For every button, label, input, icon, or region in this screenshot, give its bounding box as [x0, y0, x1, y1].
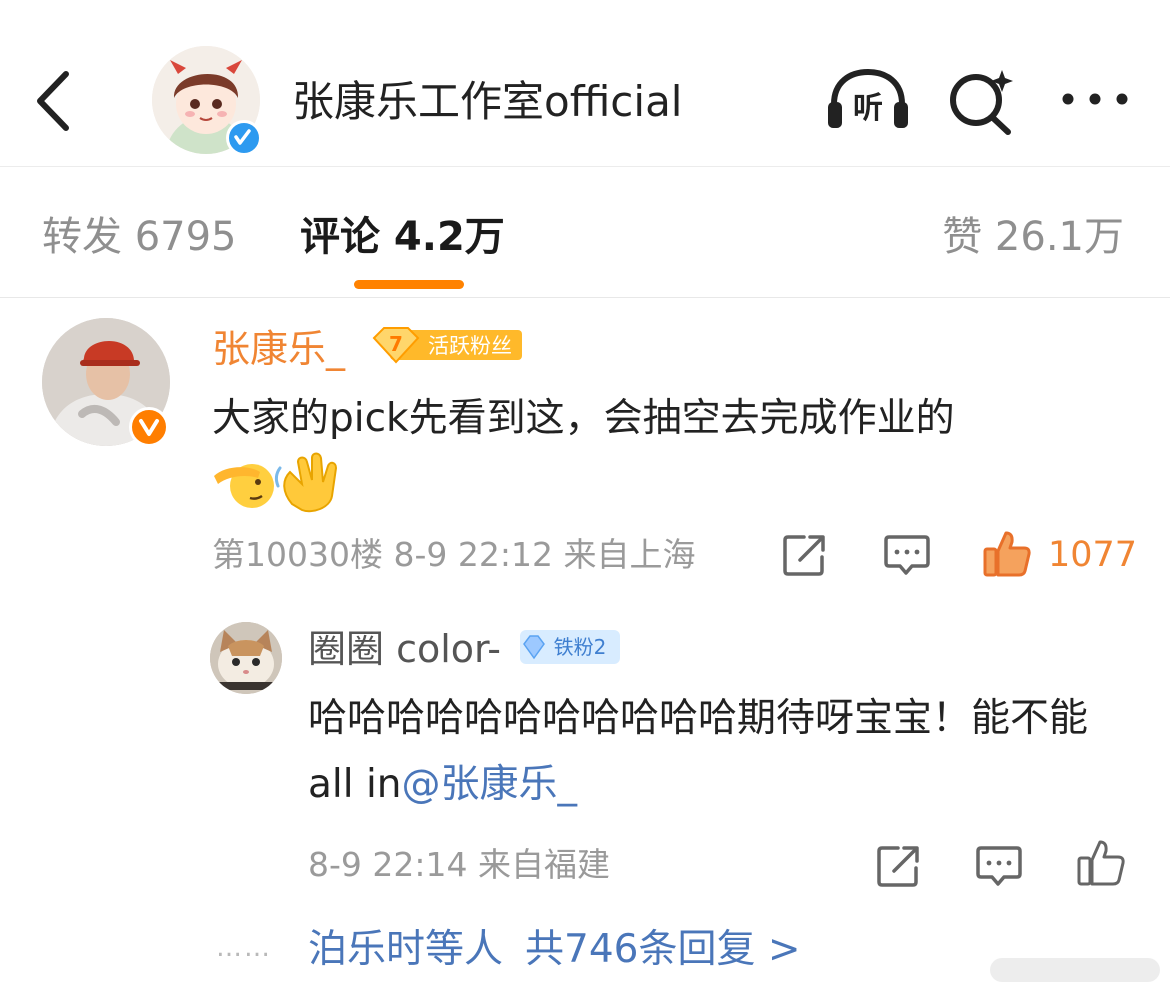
comment-share-button[interactable] [782, 533, 828, 577]
reply-meta: 8-9 22:14 来自福建 [308, 845, 610, 884]
comment-bubble-icon [884, 535, 930, 575]
thumbs-up-filled-icon [983, 531, 1031, 577]
tab-bar: 转发 6795 评论 4.2万 赞 26.1万 [0, 167, 1170, 298]
svg-text:活跃粉丝: 活跃粉丝 [428, 334, 512, 358]
tab-reposts[interactable]: 转发 6795 [42, 211, 237, 263]
verified-badge [226, 120, 262, 156]
account-name: 张康乐工作室official [292, 77, 683, 126]
svg-text:7: 7 [389, 332, 403, 356]
svg-text:听: 听 [853, 91, 883, 126]
replier-avatar[interactable] [210, 622, 282, 694]
commenter-username[interactable]: 张康乐_ [212, 324, 345, 374]
comment-bubble-icon [976, 846, 1022, 886]
headphones-icon: 听 [828, 68, 908, 128]
more-replies-users: 泊乐时等人 [308, 927, 504, 972]
more-dots-icon [1062, 93, 1128, 105]
chevron-left-icon [37, 71, 69, 131]
replier-username[interactable]: 圈圈 color- [308, 624, 501, 674]
saluting-face-icon [214, 464, 274, 508]
svg-text:铁粉2: 铁粉2 [554, 635, 607, 659]
more-options-button[interactable] [1060, 84, 1130, 114]
comment-reply-button[interactable] [884, 533, 930, 577]
thread-dots: …… [216, 933, 272, 963]
active-tab-indicator [354, 280, 464, 289]
reply-share-button[interactable] [876, 844, 922, 888]
search-button[interactable] [946, 68, 1016, 136]
listen-button[interactable]: 听 [826, 66, 910, 132]
watermark-logo [990, 952, 1160, 988]
reply-like-button[interactable] [1076, 838, 1126, 888]
tab-comments[interactable]: 评论 4.2万 [300, 211, 505, 263]
comment-like-count: 1077 [1048, 535, 1138, 575]
view-more-replies-link[interactable]: 泊乐时等人 共746条回复 > [308, 922, 801, 978]
comment-meta: 第10030楼 8-9 22:12 来自上海 [212, 535, 696, 574]
share-icon [783, 535, 825, 576]
thumbs-up-icon [1077, 840, 1125, 886]
comment-emojis [212, 452, 342, 514]
orange-verified-badge [129, 407, 169, 447]
mention-link[interactable]: @张康乐_ [402, 762, 578, 807]
back-button[interactable] [28, 66, 78, 136]
comment-like-button[interactable] [982, 529, 1032, 579]
top-bar: 张康乐工作室official 听 [0, 0, 1170, 167]
iron-fan-badge: 铁粉2 [520, 630, 620, 664]
share-icon [877, 846, 919, 887]
reply-reply-button[interactable] [976, 844, 1022, 888]
reply-text: 哈哈哈哈哈哈哈哈哈哈哈期待呀宝宝！能不能all in@张康乐_ [308, 686, 1128, 818]
waving-hand-icon [274, 452, 338, 513]
tab-likes[interactable]: 赞 26.1万 [942, 211, 1124, 263]
cat-photo-icon [210, 622, 282, 694]
fan-level-badge: 7 活跃粉丝 [372, 326, 522, 364]
v-icon [139, 419, 159, 436]
more-replies-count: 共746条回复 > [525, 927, 801, 972]
comment-text: 大家的pick先看到这，会抽空去完成作业的 [212, 396, 955, 441]
check-icon [234, 129, 251, 145]
search-sparkle-icon [950, 70, 1013, 135]
